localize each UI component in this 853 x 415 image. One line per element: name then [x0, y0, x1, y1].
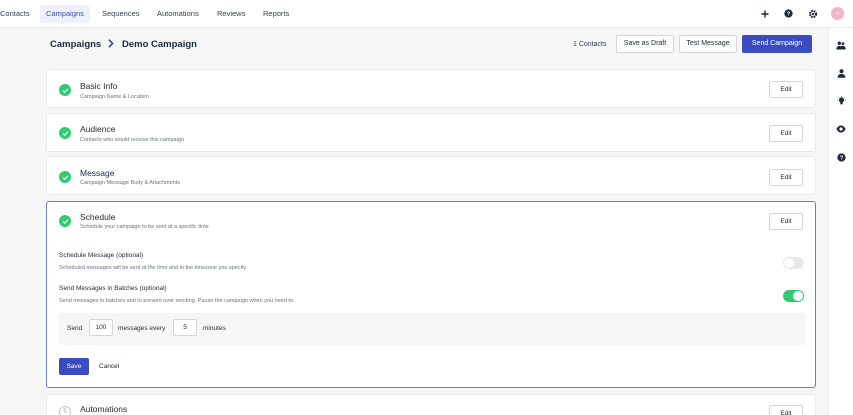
step-title: Message [80, 168, 115, 178]
gear-icon[interactable] [807, 8, 818, 19]
batches-title: Send Messages in Batches (optional) [59, 285, 167, 292]
step-title: Automations [80, 404, 128, 414]
step-subtitle: Campaign Name & Location [80, 94, 149, 100]
test-message-button[interactable]: Test Message [679, 35, 737, 53]
nav-item-sequences[interactable]: Sequences [96, 5, 146, 23]
batch-interval-input[interactable] [173, 319, 197, 336]
step-automations: 5 Automations Edit [46, 394, 816, 415]
batch-settings-row: Send messages every minutes [59, 313, 805, 345]
check-circle-icon [59, 171, 71, 183]
save-draft-button[interactable]: Save as Draft [616, 35, 674, 53]
edit-button[interactable]: Edit [769, 213, 803, 230]
page-title: Demo Campaign [122, 39, 197, 50]
step-schedule: Schedule Schedule your campaign to be se… [46, 201, 816, 388]
top-nav: Contacts Campaigns Sequences Automations… [0, 0, 853, 28]
check-circle-icon [59, 215, 71, 227]
right-rail: ? [828, 28, 853, 415]
nav-item-reports[interactable]: Reports [257, 5, 295, 23]
schedule-message-toggle[interactable] [783, 257, 804, 269]
nav-item-reviews[interactable]: Reviews [211, 5, 251, 23]
help-icon[interactable]: ? [783, 8, 794, 19]
edit-button[interactable]: Edit [769, 125, 803, 142]
step-title: Basic Info [80, 81, 118, 91]
schedule-message-subtitle: Scheduled messages will be sent at the t… [59, 265, 248, 271]
step-audience: Audience Contacts who would receive this… [46, 113, 816, 152]
nav-item-contacts[interactable]: Contacts [0, 5, 36, 23]
batch-count-input[interactable] [89, 319, 113, 336]
toggle-knob [793, 291, 803, 301]
messages-every-label: messages every [118, 325, 166, 332]
schedule-message-title: Schedule Message (optional) [59, 252, 144, 259]
save-button[interactable]: Save [59, 358, 89, 375]
breadcrumb-root[interactable]: Campaigns [50, 39, 101, 50]
lightbulb-icon[interactable] [836, 96, 846, 106]
chevron-right-icon [108, 39, 114, 50]
nav-item-automations[interactable]: Automations [151, 5, 205, 23]
people-icon[interactable] [836, 40, 846, 50]
cancel-button[interactable]: Cancel [99, 358, 119, 375]
svg-text:?: ? [839, 155, 843, 161]
plus-icon[interactable] [759, 8, 770, 19]
step-number: 5 [59, 406, 71, 415]
person-icon[interactable] [836, 68, 846, 78]
edit-button[interactable]: Edit [769, 81, 803, 98]
step-message: Message Campaign Message Body & Attachme… [46, 156, 816, 195]
step-subtitle: Contacts who would receive this campaign [80, 137, 184, 143]
edit-button[interactable]: Edit [769, 169, 803, 186]
contacts-count: 1 Contacts [573, 41, 607, 48]
step-title: Audience [80, 124, 116, 134]
help-icon[interactable]: ? [836, 152, 846, 162]
eye-icon[interactable] [836, 124, 846, 134]
check-circle-icon [59, 127, 71, 139]
send-label: Send [67, 325, 83, 332]
svg-text:?: ? [787, 12, 791, 18]
nav-item-campaigns[interactable]: Campaigns [40, 5, 90, 23]
avatar[interactable]: •• [831, 7, 844, 20]
step-basic-info: Basic Info Campaign Name & Location Edit [46, 69, 816, 108]
page-header: Campaigns Demo Campaign 1 Contacts Save … [0, 28, 828, 60]
step-title: Schedule [80, 212, 116, 222]
batches-toggle[interactable] [783, 290, 804, 302]
send-campaign-button[interactable]: Send Campaign [742, 35, 812, 53]
step-subtitle: Campaign Message Body & Attachments [80, 180, 180, 186]
toggle-knob [784, 258, 794, 268]
edit-button[interactable]: Edit [769, 405, 803, 415]
minutes-label: minutes [203, 325, 226, 332]
batches-subtitle: Send messages in batches and to prevent … [59, 298, 295, 304]
check-circle-icon [59, 84, 71, 96]
step-subtitle: Schedule your campaign to be sent at a s… [80, 224, 209, 230]
